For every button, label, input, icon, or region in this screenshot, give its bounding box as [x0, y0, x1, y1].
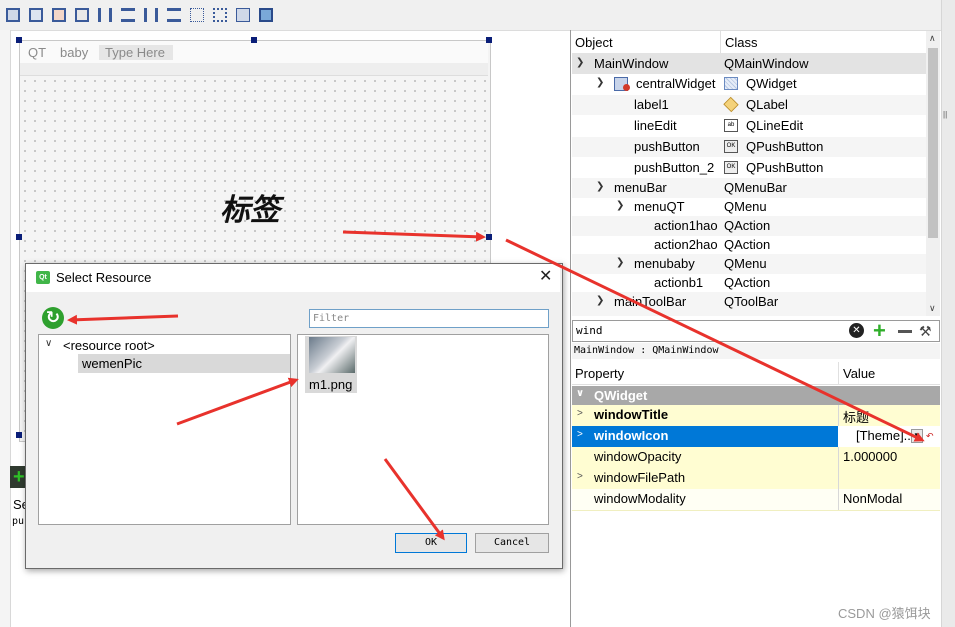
dock-handle-icon[interactable]: ||	[943, 110, 953, 119]
watermark-text: CSDN @猿饵块	[838, 606, 931, 621]
annotation-arrows	[67, 230, 925, 541]
right-edge-panel	[941, 0, 955, 627]
arrow-to-window-icon	[505, 238, 925, 442]
arrow-to-form	[342, 230, 486, 242]
arrow-to-reload	[67, 314, 179, 325]
arrow-to-file	[176, 377, 299, 426]
arrow-to-ok	[383, 458, 445, 541]
